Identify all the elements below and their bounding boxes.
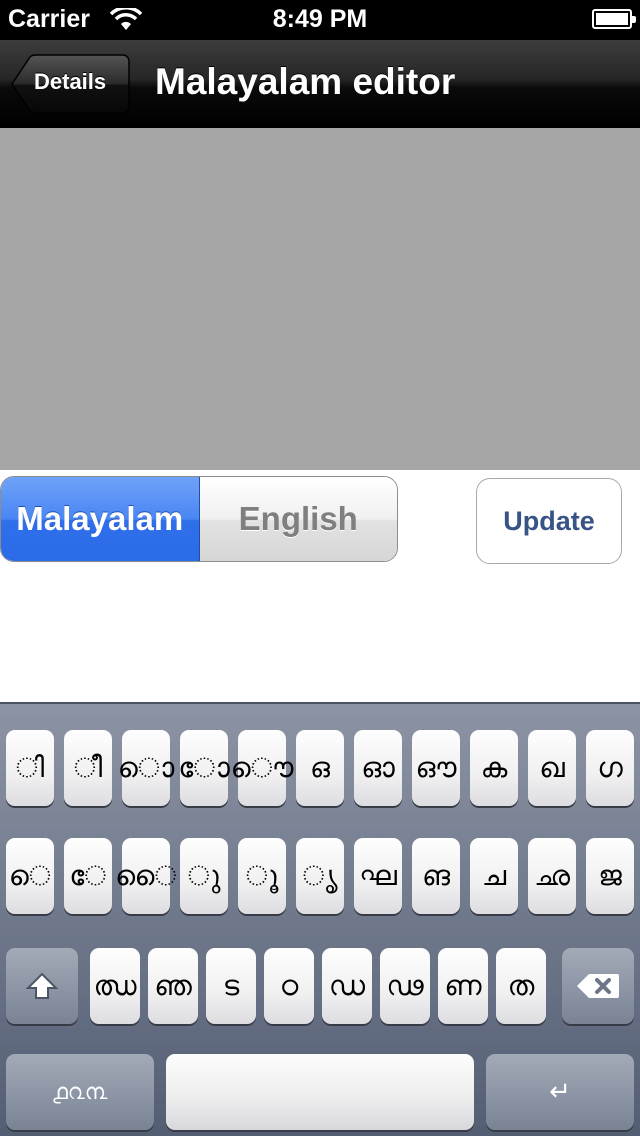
status-bar: Carrier 8:49 PM <box>0 0 640 40</box>
key-label: ഠ <box>279 969 299 1002</box>
key-label: ഛ <box>534 859 570 892</box>
key-label: ൂ <box>245 859 279 892</box>
segment-english[interactable]: English <box>199 477 397 561</box>
back-button-label: Details <box>34 69 107 94</box>
key[interactable]: േ <box>64 838 112 914</box>
back-button[interactable]: Details <box>10 54 130 114</box>
key[interactable]: ഝ <box>90 948 140 1024</box>
return-label: ↵ <box>549 1077 571 1107</box>
key-label: ഗ <box>597 751 623 784</box>
key-label: ങ <box>421 859 451 892</box>
key[interactable]: ി <box>6 730 54 806</box>
page-title: Malayalam editor <box>155 61 456 102</box>
key-label: ഝ <box>93 969 137 1002</box>
key-label: ട <box>222 969 240 1002</box>
key[interactable]: ഒ <box>296 730 344 806</box>
editor-text-area[interactable] <box>0 128 640 470</box>
shift-key[interactable] <box>6 948 78 1024</box>
key-label: ഓ <box>361 751 395 784</box>
clock: 8:49 PM <box>272 5 368 33</box>
segment-malayalam[interactable]: Malayalam <box>1 477 200 561</box>
return-key[interactable]: ↵ <box>486 1054 634 1130</box>
key[interactable]: ീ <box>64 730 112 806</box>
key[interactable]: ോ <box>178 730 230 806</box>
key[interactable]: ഡ <box>322 948 372 1024</box>
key-label: ീ <box>73 751 103 784</box>
key-label: ൃ <box>302 859 338 892</box>
navigation-bar: Details Malayalam editor <box>0 40 640 128</box>
key[interactable]: ഞ <box>148 948 198 1024</box>
mode-switch-label: ൧൨൩ <box>52 1079 108 1105</box>
key-label: േ <box>69 859 107 892</box>
key[interactable]: ണ <box>438 948 488 1024</box>
key[interactable]: ൃ <box>296 838 344 914</box>
key-label: ൊ <box>117 751 175 784</box>
key-label: ൈ <box>115 859 177 892</box>
key-label: ത <box>507 969 535 1002</box>
key[interactable]: ഠ <box>264 948 314 1024</box>
key[interactable]: ഓ <box>354 730 402 806</box>
key-label: ഡ <box>328 969 366 1002</box>
space-key[interactable] <box>166 1054 474 1130</box>
battery-icon <box>592 9 636 29</box>
key-label: ഞ <box>154 969 192 1002</box>
key[interactable]: ഗ <box>586 730 634 806</box>
key[interactable]: ഔ <box>412 730 460 806</box>
key[interactable]: ജ <box>586 838 634 914</box>
key[interactable]: ഖ <box>528 730 576 806</box>
key[interactable]: ൊ <box>118 730 174 806</box>
key[interactable]: െ <box>6 838 54 914</box>
key-label: ഔ <box>415 751 457 784</box>
mode-switch-key[interactable]: ൧൨൩ <box>6 1054 154 1130</box>
key-label: ി <box>15 751 45 784</box>
key-label: ൌ <box>230 751 294 784</box>
key-label: െ <box>8 859 52 892</box>
key[interactable]: ു <box>180 838 228 914</box>
key[interactable]: ഘ <box>354 838 402 914</box>
key[interactable]: ൈ <box>115 838 177 914</box>
key[interactable]: ഢ <box>380 948 430 1024</box>
delete-icon <box>577 974 619 998</box>
key[interactable]: ൌ <box>231 730 293 806</box>
key-label: ഖ <box>539 751 565 784</box>
update-button[interactable]: Update <box>476 478 622 564</box>
language-segmented-control: Malayalam English <box>0 476 398 562</box>
key-label: ച <box>481 859 507 892</box>
key-label: ജ <box>598 859 622 892</box>
malayalam-keyboard: ിീൊോൌ ഒ ഓ ഔ ക ഖ ഗ െേൈുൂൃ ഘ ങ ച ഛ ജ ഝഞട ഠഡഢണത ൧൨൩ ↵ <box>0 702 640 1136</box>
key-label: ണ <box>444 969 482 1002</box>
key[interactable]: ൂ <box>238 838 286 914</box>
key-label: ക <box>480 751 508 784</box>
key[interactable]: ഛ <box>528 838 576 914</box>
key-label: ഒ <box>310 751 330 784</box>
delete-key[interactable] <box>562 948 634 1024</box>
key-label: ോ <box>178 751 230 784</box>
key[interactable]: ട <box>206 948 256 1024</box>
key[interactable]: ച <box>470 838 518 914</box>
key[interactable]: ത <box>496 948 546 1024</box>
shift-icon <box>25 972 59 999</box>
key-label: ഢ <box>386 969 424 1002</box>
key[interactable]: ക <box>470 730 518 806</box>
key-label: ഘ <box>359 859 397 892</box>
key[interactable]: ങ <box>412 838 460 914</box>
key-label: ു <box>187 859 221 892</box>
